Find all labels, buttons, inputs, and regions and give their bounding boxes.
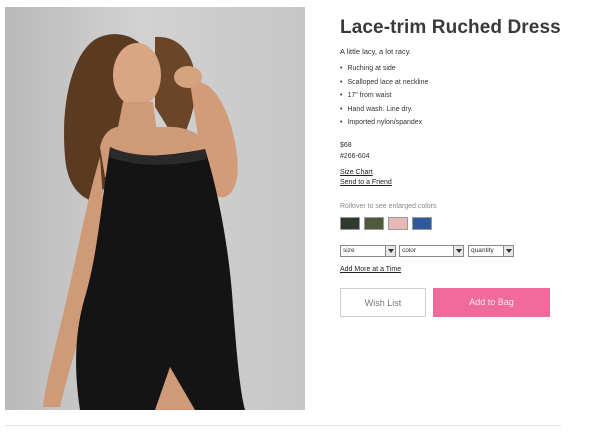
product-price: $68 (340, 142, 352, 149)
color-swatch-pink[interactable] (388, 217, 408, 230)
product-photo (5, 7, 305, 410)
wish-list-button[interactable]: Wish List (340, 288, 426, 317)
quantity-select-value: quantity (471, 247, 494, 254)
color-select[interactable]: color (399, 245, 464, 257)
feature-item: 17" from waist (340, 91, 428, 105)
product-sku: #266-604 (340, 153, 370, 160)
product-title: Lace-trim Ruched Dress (340, 17, 561, 38)
chevron-down-icon (385, 246, 395, 256)
feature-item: Imported nylon/spandex (340, 118, 428, 132)
color-swatch-green[interactable] (364, 217, 384, 230)
chevron-down-icon (453, 246, 463, 256)
size-select-value: size (343, 247, 355, 254)
send-to-friend-link[interactable]: Send to a Friend (340, 179, 392, 186)
add-more-link[interactable]: Add More at a Time (340, 266, 401, 273)
add-to-bag-button[interactable]: Add to Bag (433, 288, 550, 317)
quantity-select[interactable]: quantity (468, 245, 514, 257)
feature-item: Ruching at side (340, 64, 428, 78)
color-swatch-black[interactable] (340, 217, 360, 230)
feature-item: Hand wash. Line dry. (340, 105, 428, 119)
feature-list: Ruching at side Scalloped lace at neckli… (340, 64, 428, 132)
size-select[interactable]: size (340, 245, 396, 257)
bottom-divider (5, 425, 561, 426)
color-select-value: color (402, 247, 417, 254)
size-chart-link[interactable]: Size Chart (340, 169, 373, 176)
color-rollover-hint: Rollover to see enlarged colors (340, 203, 437, 210)
feature-item: Scalloped lace at neckline (340, 78, 428, 92)
color-swatch-blue[interactable] (412, 217, 432, 230)
product-tagline: A little lacy, a lot racy. (340, 47, 411, 56)
color-swatches (340, 217, 432, 230)
chevron-down-icon (503, 246, 513, 256)
model-in-black-dress-image (43, 34, 246, 410)
